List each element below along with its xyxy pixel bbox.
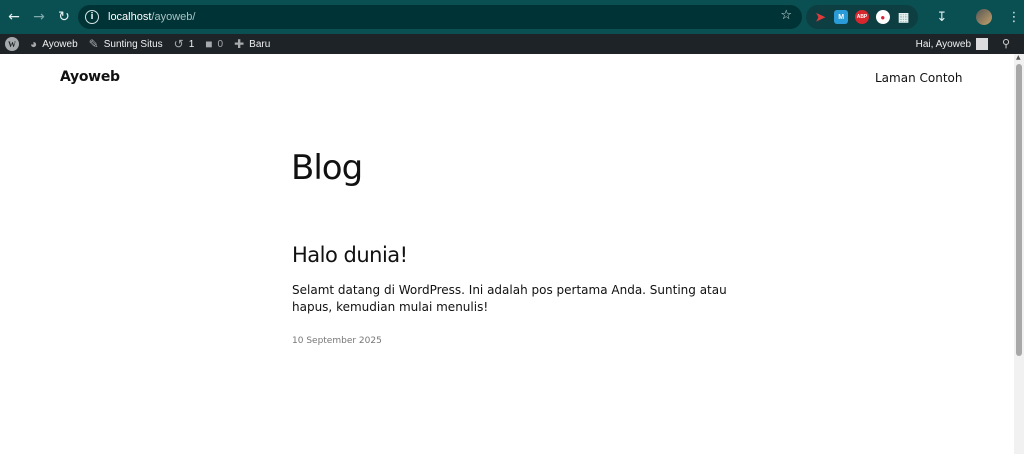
profile-avatar[interactable]: [976, 9, 992, 25]
site-info-icon[interactable]: i: [85, 10, 99, 24]
browser-toolbar: ← → ↻ i localhost/ayoweb/ ☆ ➤ M ABP ● ▦ …: [0, 0, 1024, 34]
updates-count: 1: [188, 38, 195, 50]
page-scrollbar[interactable]: ▲: [1014, 54, 1024, 454]
address-url[interactable]: localhost/ayoweb/: [108, 11, 195, 23]
customize-label: Sunting Situs: [103, 38, 163, 50]
post-title[interactable]: Halo dunia!: [292, 243, 408, 267]
greeting-label: Hai, Ayoweb: [915, 38, 971, 50]
dashboard-icon: ◕: [30, 37, 38, 51]
nav-item-sample-page[interactable]: Laman Contoh: [875, 71, 962, 85]
scroll-thumb[interactable]: [1016, 64, 1022, 356]
post-excerpt: Selamt datang di WordPress. Ini adalah p…: [292, 283, 727, 314]
wp-admin-bar: W ◕ Ayoweb ✎ Sunting Situs ↺ 1 ■ 0 ✚ Bar…: [0, 34, 1024, 54]
kebab-menu-icon[interactable]: ⋮: [1002, 10, 1024, 25]
g-extension-icon[interactable]: ●: [875, 10, 890, 24]
comments-count: 0: [217, 38, 224, 50]
admin-bar-account[interactable]: Hai, Ayoweb: [916, 34, 988, 54]
search-icon[interactable]: ⚲: [1002, 37, 1010, 50]
toolbar-right: ↧ ⋮: [930, 5, 1024, 29]
admin-bar-updates[interactable]: ↺ 1: [169, 34, 201, 54]
wordpress-logo-icon: W: [5, 37, 19, 51]
site-name-label: Ayoweb: [42, 38, 78, 50]
post-date[interactable]: 10 September 2025: [292, 336, 382, 346]
star-icon[interactable]: ☆: [780, 8, 792, 23]
url-path: /ayoweb/: [151, 11, 196, 23]
site-title[interactable]: Ayoweb: [60, 69, 120, 85]
back-arrow-icon[interactable]: ←: [3, 6, 25, 28]
puzzle-icon[interactable]: ▦: [897, 10, 911, 24]
url-host: localhost: [108, 11, 152, 23]
plus-icon: ✚: [234, 37, 245, 51]
m-extension-icon[interactable]: M: [834, 10, 849, 24]
address-bar[interactable]: i localhost/ayoweb/ ☆: [78, 5, 802, 29]
comment-icon: ■: [205, 37, 213, 51]
admin-bar-comments[interactable]: ■ 0: [200, 34, 229, 54]
user-avatar-icon: [976, 38, 988, 50]
page-title: Blog: [291, 148, 363, 188]
pin-extension-icon[interactable]: ➤: [813, 10, 827, 24]
brush-icon: ✎: [88, 37, 99, 51]
admin-bar-site-name[interactable]: ◕ Ayoweb: [25, 34, 84, 54]
scroll-up-icon[interactable]: ▲: [1016, 54, 1022, 61]
admin-bar-customize[interactable]: ✎ Sunting Situs: [84, 34, 169, 54]
new-label: Baru: [249, 38, 271, 50]
updates-icon: ↺: [173, 37, 184, 51]
forward-arrow-icon[interactable]: →: [28, 6, 50, 28]
extensions-group: ➤ M ABP ● ▦: [806, 5, 918, 29]
admin-bar-new[interactable]: ✚ Baru: [229, 34, 276, 54]
adblock-extension-icon[interactable]: ABP: [854, 10, 869, 24]
reload-icon[interactable]: ↻: [53, 6, 75, 28]
download-icon[interactable]: ↧: [930, 10, 954, 25]
wp-logo-menu[interactable]: W: [0, 34, 25, 54]
